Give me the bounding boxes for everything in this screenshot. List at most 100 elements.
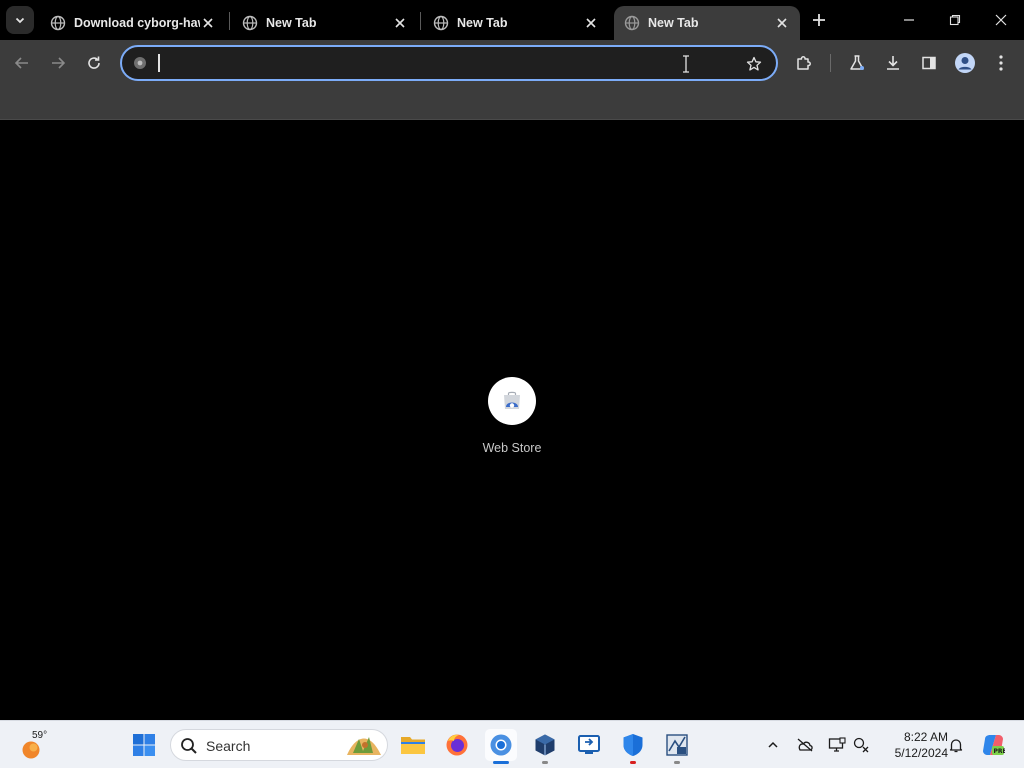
plus-icon [813,14,825,26]
close-icon[interactable] [774,15,790,31]
bookmarks-bar [0,86,1024,120]
downloads-button[interactable] [880,50,906,76]
web-store-icon [504,391,520,409]
text-caret [158,54,160,72]
side-panel-button[interactable] [916,50,942,76]
file-explorer-icon [401,737,425,754]
bookmark-star-icon[interactable] [744,54,764,74]
reload-icon [88,56,100,69]
labs-button[interactable] [844,50,870,76]
chevron-up-icon [768,741,778,748]
browser-window: Download cyborg-haw New Tab New Tab New … [0,0,1024,768]
svg-text:PRE: PRE [994,748,1006,755]
weather-widget[interactable]: 59° [18,728,58,762]
chrome-logo-icon [132,55,148,71]
start-button[interactable] [128,729,160,761]
reload-button[interactable] [81,50,107,76]
network-icon [853,737,869,753]
running-indicator [542,761,548,764]
weather-temp: 59° [32,730,48,741]
windows-security-icon [623,734,643,756]
chrome-icon [490,734,512,756]
address-input[interactable] [158,53,678,75]
sun-icon [22,741,40,759]
globe-icon [50,15,66,31]
tray-display[interactable] [826,734,848,756]
profile-button[interactable] [952,50,978,76]
running-indicator [674,761,680,764]
shortcut-web-store[interactable]: Web Store [472,377,552,455]
forward-button[interactable] [45,50,71,76]
tray-onedrive[interactable] [794,734,816,756]
tab-new-tab-2[interactable]: New Tab [423,6,609,40]
back-button[interactable] [9,50,35,76]
tab-search-button[interactable] [6,6,34,34]
minimize-button[interactable] [886,0,932,40]
taskbar-virtualbox[interactable] [529,729,561,764]
close-icon[interactable] [392,15,408,31]
arrow-left-icon [14,57,28,69]
taskbar-windows-security[interactable] [617,729,649,764]
clock-time: 8:22 AM [903,730,948,744]
globe-icon [624,15,640,31]
taskbar-firefox[interactable] [441,729,473,761]
new-tab-page: Web Store [0,121,1024,720]
extensions-button[interactable] [791,50,817,76]
tab-download-cyborg[interactable]: Download cyborg-haw [40,6,226,40]
clock-date: 5/12/2024 [894,746,948,760]
tab-new-tab-active[interactable]: New Tab [614,6,800,40]
tab-separator [229,12,230,30]
close-icon[interactable] [583,15,599,31]
taskbar-clock[interactable]: 8:22 AM 5/12/2024 [878,729,948,761]
copilot-icon: PRE [983,735,1006,755]
download-icon [887,56,899,70]
shortcut-label: Web Store [482,441,542,455]
toolbar-separator [830,54,831,72]
close-window-button[interactable] [978,0,1024,40]
restore-button[interactable] [932,0,978,40]
tab-strip: Download cyborg-haw New Tab New Tab New … [0,0,1024,40]
windows-taskbar: 59° Search 8:22 AM 5/12/2024 PRE [0,720,1024,768]
globe-icon [433,15,449,31]
start-menu-icon [133,734,155,756]
close-icon[interactable] [200,15,216,31]
tab-separator [420,12,421,30]
side-panel-icon [922,56,936,70]
globe-icon [242,15,258,31]
avatar-icon [955,53,975,73]
tray-network[interactable] [851,734,873,756]
tab-title: New Tab [457,16,508,30]
more-vert-icon [999,55,1003,71]
arrow-right-icon [52,57,66,69]
show-hidden-icons-button[interactable] [762,734,784,756]
ibeam-cursor-icon [683,55,689,73]
display-icon [828,737,846,752]
running-indicator [493,761,509,764]
tab-title: New Tab [266,16,317,30]
virtualbox-icon [535,734,555,756]
bell-icon [949,739,963,753]
notifications-button[interactable] [945,734,967,756]
puzzle-icon [797,56,811,70]
shortcut-icon-circle [488,377,536,425]
search-label: Search [206,738,251,754]
taskbar-file-explorer[interactable] [397,729,429,761]
close-icon [995,14,1007,26]
tab-title: New Tab [648,16,699,30]
taskbar-chrome[interactable] [485,729,517,764]
tab-new-tab-1[interactable]: New Tab [232,6,418,40]
taskbar-system-info[interactable] [661,729,693,764]
tab-title: Download cyborg-haw [74,16,200,30]
copilot-button[interactable]: PRE [980,734,1006,756]
address-bar[interactable] [120,45,778,81]
menu-button[interactable] [988,50,1014,76]
running-indicator [630,761,636,764]
remote-desktop-icon [578,735,600,754]
restore-icon [949,14,961,26]
search-highlight-icon [347,737,381,755]
system-info-icon [666,734,688,756]
new-tab-button[interactable] [808,8,830,32]
onedrive-offline-icon [797,738,813,752]
taskbar-search[interactable]: Search [170,729,388,761]
taskbar-remote-desktop[interactable] [573,729,605,761]
